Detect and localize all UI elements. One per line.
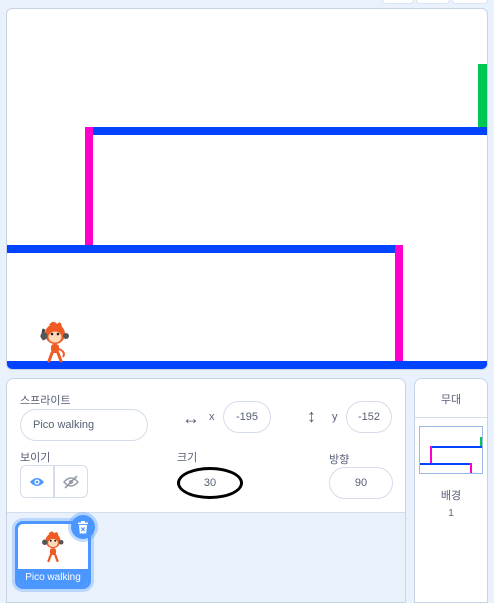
sprite-name-input[interactable]: Pico walking — [20, 409, 148, 441]
floor-blue-wall — [7, 361, 487, 369]
y-label: y — [332, 411, 338, 423]
backdrops-label: 배경 — [440, 490, 462, 502]
lower-magenta-wall — [395, 245, 403, 363]
direction-label: 방향 — [329, 454, 350, 466]
thumb-upper-blue-wall — [430, 446, 482, 448]
sprite-pane: 스프라이트 Pico walking ↔ x -195 ↕ y -152 보이기… — [6, 378, 406, 603]
show-label: 보이기 — [20, 452, 51, 464]
middle-blue-wall — [7, 245, 402, 253]
vertical-arrows-icon: ↕ — [307, 406, 316, 426]
eye-slash-icon — [63, 474, 79, 489]
large-stage-button[interactable] — [416, 0, 450, 4]
show-sprite-button[interactable] — [20, 465, 54, 498]
sprite-list-tray: Pico walking — [7, 512, 405, 602]
small-stage-button[interactable] — [382, 0, 414, 4]
sprite-thumbnail-name: Pico walking — [18, 569, 88, 586]
thumb-upper-magenta-wall — [430, 446, 432, 464]
size-input[interactable]: 30 — [177, 467, 243, 499]
x-label: x — [209, 411, 215, 423]
upper-blue-wall — [87, 127, 487, 135]
delete-sprite-button[interactable] — [71, 515, 95, 539]
stage-pane[interactable]: 무대 배경 1 — [414, 378, 488, 603]
upper-magenta-wall — [85, 127, 93, 247]
y-position-input[interactable]: -152 — [346, 401, 392, 433]
stage-title: 무대 — [415, 379, 487, 418]
fullscreen-button[interactable] — [452, 0, 488, 4]
eye-icon — [30, 477, 44, 486]
stage-canvas[interactable] — [6, 8, 488, 370]
trash-icon — [78, 520, 88, 533]
thumb-lower-magenta-wall — [470, 463, 472, 473]
hide-sprite-button[interactable] — [54, 465, 88, 498]
pico-sprite[interactable] — [35, 319, 75, 363]
sprite-info-panel: 스프라이트 Pico walking ↔ x -195 ↕ y -152 보이기… — [7, 379, 405, 512]
size-label: 크기 — [177, 452, 198, 464]
thumb-middle-blue-wall — [420, 463, 471, 465]
pico-sprite-thumbnail-image — [42, 531, 64, 563]
direction-input[interactable]: 90 — [329, 467, 393, 499]
backdrops-count: 1 — [448, 508, 454, 519]
stage-backdrop-thumbnail[interactable] — [419, 426, 483, 474]
horizontal-arrows-icon: ↔ — [182, 408, 200, 428]
sprite-section-label: 스프라이트 — [20, 395, 71, 407]
goal-green-bar — [478, 64, 487, 128]
x-position-input[interactable]: -195 — [223, 401, 271, 433]
